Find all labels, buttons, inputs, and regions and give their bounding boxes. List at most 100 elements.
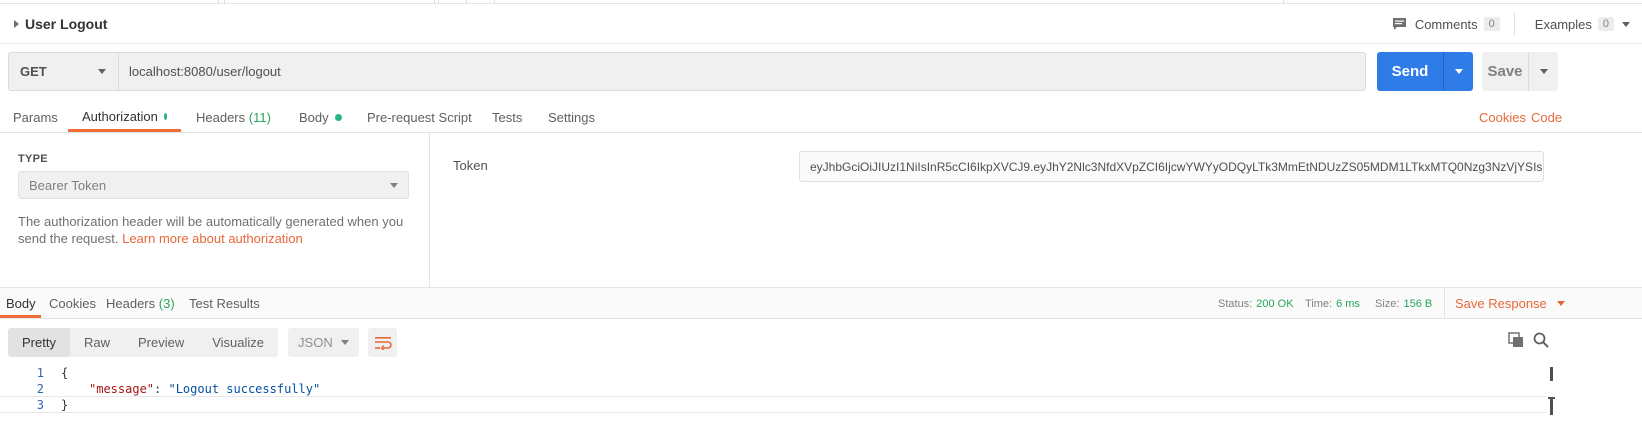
token-value: eyJhbGciOiJIUzI1NiIsInR5cCI6IkpXVCJ9.eyJ…: [810, 159, 1543, 174]
tab-headers[interactable]: Headers (11): [196, 101, 271, 133]
tab-response-cookies[interactable]: Cookies: [49, 288, 96, 319]
response-body-editor[interactable]: 1 { 2 "message": "Logout successfully" 3…: [0, 365, 1642, 438]
tab-response-headers-label: Headers: [106, 296, 156, 311]
token-label: Token: [453, 158, 488, 173]
view-pretty-button[interactable]: Pretty: [8, 328, 70, 357]
tab-pre-request-script[interactable]: Pre-request Script: [367, 101, 472, 133]
view-raw-button[interactable]: Raw: [70, 328, 124, 357]
status-dot-icon: [163, 113, 167, 120]
status-dot-icon: [334, 113, 342, 121]
tab-body[interactable]: Body: [299, 101, 342, 133]
code-line: 1 {: [0, 365, 1546, 381]
save-response-button[interactable]: Save Response: [1444, 288, 1565, 319]
type-label: TYPE: [18, 153, 48, 165]
response-view-bar: Pretty Raw Preview Visualize JSON: [8, 328, 398, 357]
vertical-scrollbar[interactable]: [1548, 365, 1555, 415]
tab-response-body[interactable]: Body: [0, 288, 41, 318]
auth-type-panel: TYPE Bearer Token The authorization head…: [0, 133, 430, 287]
examples-dropdown[interactable]: Examples 0: [1523, 17, 1642, 32]
search-button[interactable]: [1533, 332, 1549, 348]
request-title[interactable]: User Logout: [25, 16, 107, 32]
tab-tests-label: Tests: [492, 109, 523, 125]
request-tabs: Params Authorization Headers (11) Body P…: [0, 101, 1642, 133]
token-input[interactable]: eyJhbGciOiJIUzI1NiIsInR5cCI6IkpXVCJ9.eyJ…: [799, 151, 1544, 182]
save-label[interactable]: Save: [1482, 63, 1528, 80]
tab-settings-label: Settings: [548, 109, 595, 125]
wrap-lines-button[interactable]: [368, 328, 398, 357]
comment-icon: [1392, 18, 1406, 30]
save-button[interactable]: Save: [1482, 52, 1558, 91]
save-options-button[interactable]: [1529, 69, 1558, 74]
code-link[interactable]: Code: [1531, 101, 1562, 133]
code-line: 2 "message": "Logout successfully": [0, 381, 1546, 397]
code-text: }: [61, 397, 69, 412]
code-line-active: 3 }: [0, 396, 1546, 413]
scrollbar-thumb[interactable]: [1550, 367, 1553, 381]
code-text: "message": "Logout successfully": [89, 382, 320, 396]
tab-tests[interactable]: Tests: [492, 101, 522, 133]
size-readout: Size: 156 B: [1375, 288, 1432, 319]
auth-type-select[interactable]: Bearer Token: [18, 171, 409, 199]
response-headers-count: (3): [158, 296, 175, 311]
tab-params[interactable]: Params: [13, 101, 58, 133]
code-text: {: [61, 366, 69, 380]
request-title-bar: User Logout Comments 0 Examples 0: [0, 4, 1642, 44]
status-label: Status:: [1218, 297, 1253, 310]
tab-pre-request-script-label: Pre-request Script: [367, 109, 472, 125]
comments-count-badge: 0: [1483, 17, 1500, 31]
auth-type-value: Bearer Token: [29, 177, 107, 193]
method-value: GET: [20, 64, 47, 79]
auth-description: The authorization header will be automat…: [18, 213, 418, 247]
response-tabs: Body Cookies Headers (3) Test Results St…: [0, 287, 1642, 319]
status-value: 200 OK: [1256, 297, 1294, 310]
send-label[interactable]: Send: [1377, 63, 1443, 80]
view-mode-group: Pretty Raw Preview Visualize: [8, 328, 279, 357]
examples-count-badge: 0: [1597, 17, 1614, 31]
save-response-label: Save Response: [1455, 296, 1547, 311]
time-value: 6 ms: [1336, 297, 1360, 310]
chevron-down-icon: [1556, 301, 1565, 306]
copy-button[interactable]: [1508, 332, 1524, 348]
comments-button[interactable]: Comments 0: [1392, 12, 1515, 36]
send-options-button[interactable]: [1444, 69, 1473, 74]
url-bar: GET localhost:8080/user/logout: [8, 52, 1366, 91]
chevron-down-icon: [98, 69, 106, 74]
format-select[interactable]: JSON: [288, 328, 360, 357]
url-value: localhost:8080/user/logout: [129, 64, 281, 79]
url-input[interactable]: localhost:8080/user/logout: [119, 52, 1366, 91]
time-label: Time:: [1305, 297, 1333, 310]
size-value: 156 B: [1403, 297, 1433, 310]
line-number: 2: [36, 382, 44, 396]
comments-label: Comments: [1414, 16, 1478, 32]
tab-response-body-label: Body: [6, 295, 36, 311]
size-label: Size:: [1375, 297, 1400, 310]
status-readout: Status: 200 OK: [1218, 288, 1294, 319]
tab-test-results[interactable]: Test Results: [189, 288, 260, 319]
tab-response-headers[interactable]: Headers (3): [106, 288, 175, 319]
cookies-link[interactable]: Cookies: [1479, 101, 1526, 133]
format-value: JSON: [298, 335, 333, 350]
send-button[interactable]: Send: [1377, 52, 1473, 91]
tab-authorization[interactable]: Authorization: [68, 101, 181, 132]
json-value: "Logout successfully": [168, 382, 321, 396]
wrap-lines-icon: [374, 336, 392, 350]
line-number: 3: [36, 397, 44, 412]
tab-test-results-label: Test Results: [189, 296, 260, 311]
scrollbar-track-mark: [1550, 399, 1553, 415]
json-separator: :: [154, 382, 169, 396]
collapse-caret-icon[interactable]: [14, 19, 19, 28]
headers-count: (11): [248, 109, 271, 125]
view-preview-button[interactable]: Preview: [124, 328, 198, 357]
tab-settings[interactable]: Settings: [548, 101, 595, 133]
chevron-down-icon: [1539, 69, 1548, 74]
chevron-down-icon: [390, 182, 398, 188]
method-select[interactable]: GET: [8, 52, 119, 91]
chevron-down-icon: [1622, 21, 1630, 27]
tab-body-label: Body: [299, 109, 329, 125]
chevron-down-icon: [1454, 69, 1463, 74]
json-key: "message": [89, 382, 155, 396]
time-readout: Time: 6 ms: [1305, 288, 1360, 319]
view-visualize-button[interactable]: Visualize: [198, 328, 278, 357]
learn-more-link[interactable]: Learn more about authorization: [122, 231, 303, 246]
tab-response-cookies-label: Cookies: [49, 296, 96, 311]
